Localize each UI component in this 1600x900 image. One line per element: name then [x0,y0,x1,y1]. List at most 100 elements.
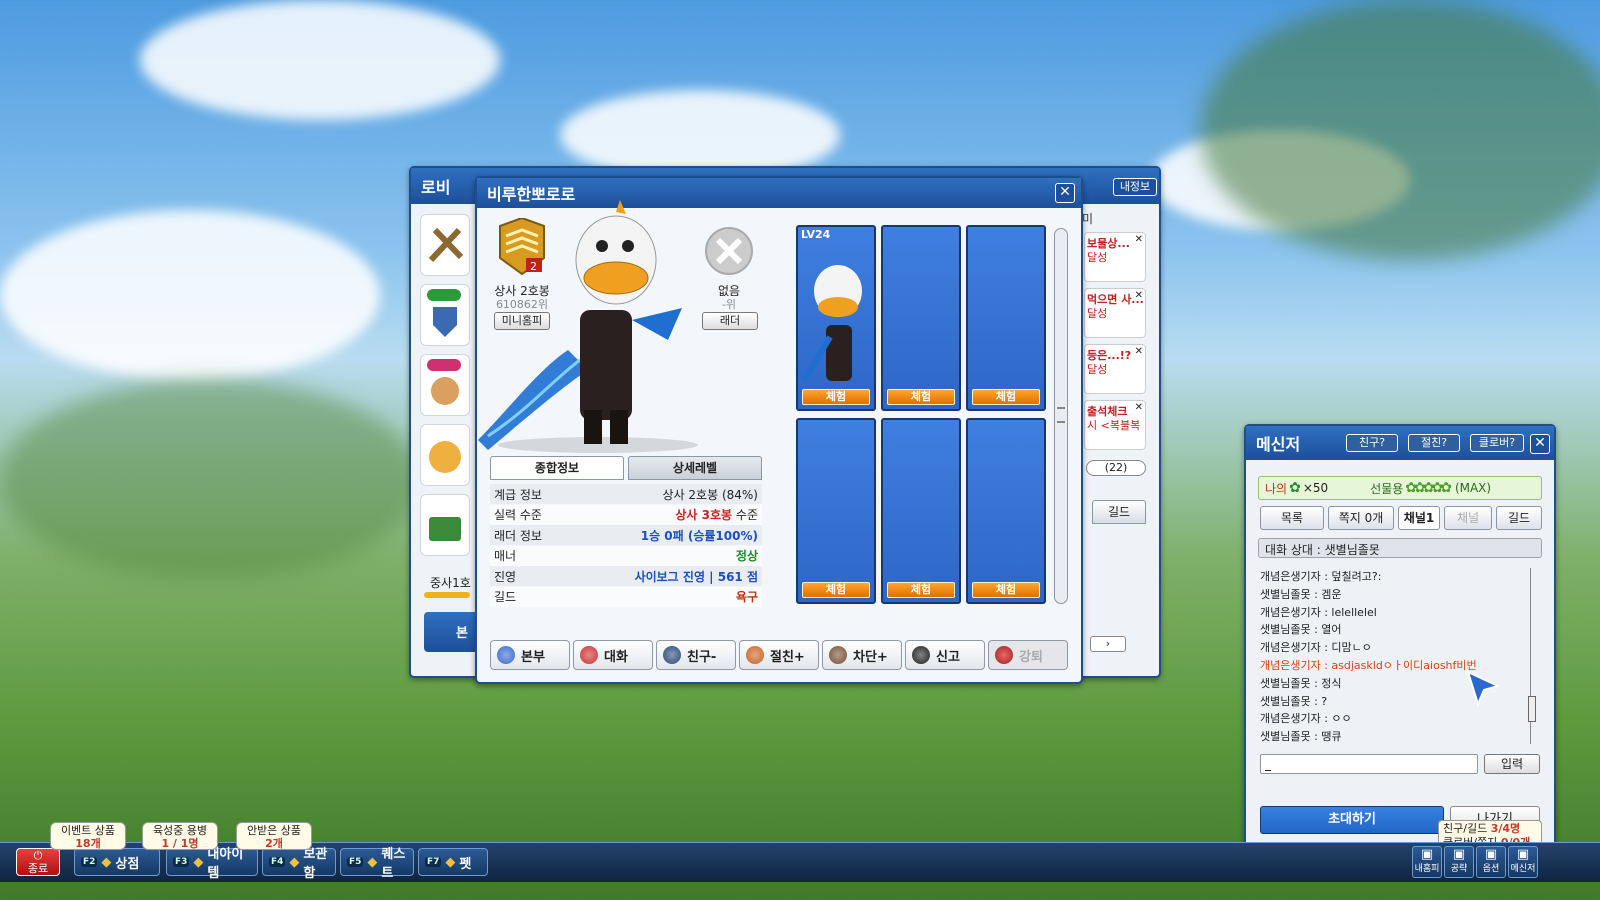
side-menu-ongoing[interactable] [420,284,470,346]
slot-try-button[interactable]: 체험 [972,389,1040,405]
tab-list[interactable]: 목록 [1260,506,1324,530]
taskbar-messenger-button[interactable]: ▣ 메신저 [1508,846,1538,878]
clover-help-button[interactable]: 클로버? [1470,434,1524,452]
taskbar-item-button[interactable]: F3 ◆ 내아이템 [166,847,258,881]
notice-item[interactable]: 보물상... 달성 ✕ [1084,232,1146,282]
close-icon[interactable]: ✕ [1135,289,1143,303]
notice-count[interactable]: (22) [1086,460,1146,476]
character-slot[interactable]: LV24 체험 [796,225,876,411]
taskbar-guide-button[interactable]: ▣ 공략 [1444,846,1474,878]
slot-try-button[interactable]: 체험 [887,582,955,598]
slot-try-button[interactable]: 체험 [972,582,1040,598]
notice-header: 미 [1082,212,1094,226]
character-slot[interactable]: 체험 [881,225,961,411]
character-slot[interactable]: 체험 [796,418,876,604]
taskbar-home-button[interactable]: ▣ 내홈피 [1412,846,1442,878]
close-icon[interactable]: ✕ [1135,345,1143,359]
cursor-icon [1466,670,1501,707]
fkey-label: F2 [81,857,98,867]
side-menu-hero[interactable] [420,424,470,486]
messenger-close-icon[interactable]: ✕ [1530,434,1550,454]
close-icon[interactable]: ✕ [1055,183,1075,203]
taskbar-storage-button[interactable]: F4 ◆ 보관함 [262,847,336,881]
shop-icon: ◆ [101,854,112,870]
info-label: 진영 [494,569,517,584]
info-row: 길드 욕구 [490,586,762,607]
block-add-button[interactable]: 차단+ [822,640,902,670]
lobby-rank-text: 중사1호 [430,576,471,590]
my-info-button[interactable]: 내정보 [1113,178,1157,196]
tab-overview[interactable]: 종합정보 [490,456,624,480]
friend-guild-value: 3/4명 [1490,822,1521,835]
notice-item[interactable]: 출석체크 시 <복불복 ✕ [1084,400,1146,450]
side-menu-battle[interactable] [420,214,470,276]
best-friend-add-button[interactable]: 절친+ [739,640,819,670]
taskbar-notice-bubble[interactable]: 이벤트 상품 18개 [50,822,126,850]
info-value: 1승 0패 (승률100%) [640,528,758,543]
chat-input[interactable] [1260,754,1478,774]
fkey-label: F3 [173,857,190,867]
slot-try-button[interactable]: 체험 [802,389,870,405]
taskbar-options-button[interactable]: ▣ 옵션 [1476,846,1506,878]
side-menu-chest[interactable] [420,494,470,556]
info-label: 계급 정보 [494,487,542,502]
chat-status: 대화 상대 : 샛별님졸못 [1258,538,1542,558]
tab-detail-level[interactable]: 상세레벨 [628,456,762,480]
gift-label: 선물용 [1370,481,1404,496]
close-icon[interactable]: ✕ [1135,401,1143,415]
chat-button[interactable]: 대화 [573,640,653,670]
side-menu-support[interactable] [420,354,470,416]
lobby-guild-tab[interactable]: 길드 [1092,500,1146,524]
info-row: 래더 정보 1승 0패 (승률100%) [490,525,762,545]
chat-message: 개념은생기자 : lelellelel [1260,605,1377,619]
ladder-button[interactable]: 래더 [702,312,758,330]
notice-status: 달성 [1087,363,1108,376]
taskbar-shop-button[interactable]: F2 ◆ 상점 [74,848,160,876]
crossed-swords-icon [428,227,464,263]
lobby-next-button[interactable]: › [1090,636,1126,652]
kick-icon [995,646,1013,664]
friend-icon [663,646,681,664]
action-label: 본부 [521,649,545,665]
tab-channel[interactable]: 채널 [1444,506,1492,530]
hq-button[interactable]: 본부 [490,640,570,670]
taskbar-icon-label: 메신저 [1510,864,1536,874]
scroll-thumb[interactable] [1057,407,1065,423]
taskbar-quest-button[interactable]: F5 ◆ 퀘스트 [340,847,414,881]
taskbar-pet-button[interactable]: F7 ◆ 펫 [418,848,488,876]
close-icon[interactable]: ✕ [1135,233,1143,247]
invite-button[interactable]: 초대하기 [1260,806,1444,834]
lobby-bottom-tab[interactable]: 본 [424,612,478,652]
chat-scroll-thumb[interactable] [1528,696,1536,722]
quit-button[interactable]: ⏻ 종료 [16,848,60,876]
slot-try-button[interactable]: 체험 [887,389,955,405]
notice-item[interactable]: 먹으면 사... 달성 ✕ [1084,288,1146,338]
taskbar-notice-bubble[interactable]: 안받은 상품 2개 [236,822,312,850]
friend-help-button[interactable]: 친구? [1346,434,1398,452]
slot-try-button[interactable]: 체험 [802,582,870,598]
chat-scrollbar[interactable] [1528,568,1540,744]
taskbar-notice-bubble[interactable]: 육성중 용병 1 / 1명 [142,822,218,850]
bubble-title: 안받은 상품 [246,824,302,837]
kick-button[interactable]: 강퇴 [988,640,1068,670]
tab-channel1[interactable]: 채널1 [1398,506,1440,530]
chat-icon [580,646,598,664]
notice-item[interactable]: 등은...!? 달성 ✕ [1084,344,1146,394]
slot-level: LV24 [801,228,831,241]
friend-remove-button[interactable]: 친구- [656,640,736,670]
block-icon [829,646,847,664]
action-label: 차단+ [853,649,888,665]
send-button[interactable]: 입력 [1484,754,1540,774]
clover-icon: ✿ [1289,480,1301,496]
character-slot[interactable]: 체험 [966,418,1046,604]
taskbar-icon-label: 옵션 [1482,864,1500,874]
slots-scrollbar[interactable] [1054,228,1068,604]
tab-notes[interactable]: 쪽지 0개 [1328,506,1394,530]
character-slot[interactable]: 체험 [881,418,961,604]
best-friend-help-button[interactable]: 절친? [1408,434,1460,452]
character-slot[interactable]: 체험 [966,225,1046,411]
report-button[interactable]: 신고 [905,640,985,670]
info-value: 상사 2호봉 (84%) [662,487,758,502]
tab-guild[interactable]: 길드 [1496,506,1542,530]
bubble-value: 2개 [265,837,283,850]
